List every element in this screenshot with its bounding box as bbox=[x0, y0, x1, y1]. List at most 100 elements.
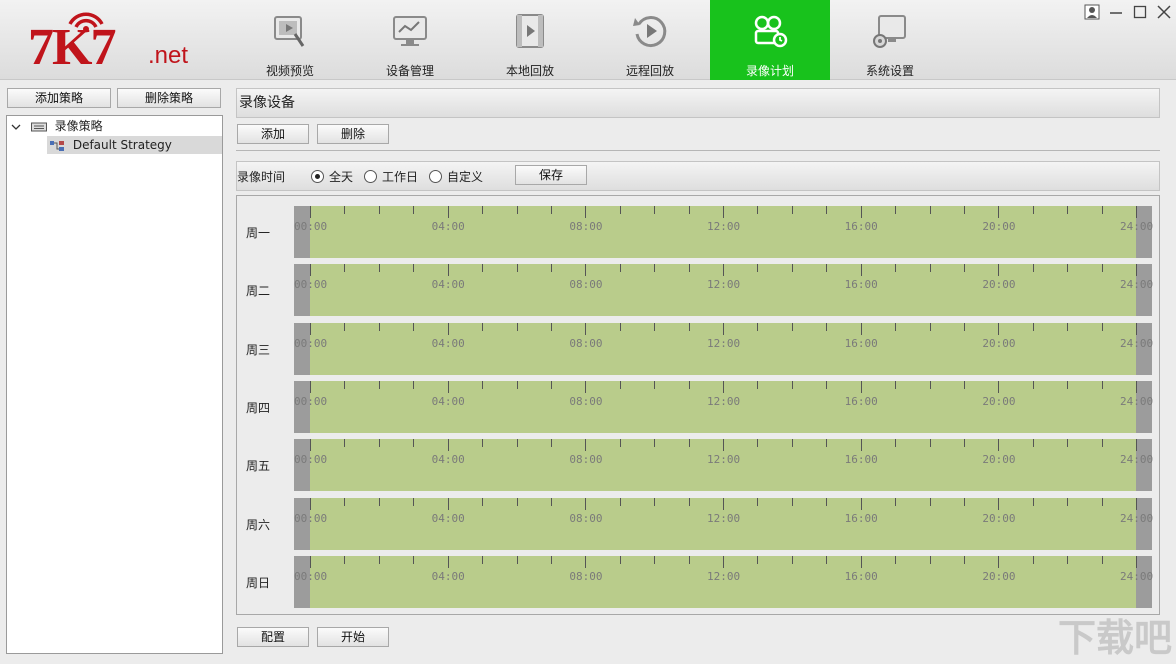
hour-tick bbox=[1032, 264, 1034, 272]
hour-tick bbox=[826, 498, 828, 506]
time-label: 00:00 bbox=[294, 570, 328, 583]
system-settings-icon bbox=[873, 15, 906, 48]
day-schedule-track[interactable]: 00:00 04:00 08:00 12:00 16:00 20:00 24:00 bbox=[294, 206, 1153, 258]
time-label: 08:00 bbox=[569, 570, 603, 583]
hour-tick bbox=[516, 264, 518, 272]
user-icon[interactable] bbox=[1080, 0, 1104, 24]
hour-tick bbox=[791, 206, 793, 214]
minimize-icon[interactable] bbox=[1104, 0, 1128, 24]
hour-tick bbox=[654, 439, 656, 447]
radio-custom[interactable]: 自定义 bbox=[429, 168, 483, 184]
time-label: 24:00 bbox=[1120, 453, 1154, 466]
hour-tick bbox=[757, 206, 759, 214]
time-label: 00:00 bbox=[294, 220, 328, 233]
maximize-icon[interactable] bbox=[1128, 0, 1152, 24]
hour-tick bbox=[344, 556, 346, 564]
radio-all-day[interactable]: 全天 bbox=[311, 168, 353, 184]
time-label: 24:00 bbox=[1120, 337, 1154, 350]
hour-tick bbox=[1101, 439, 1103, 447]
radio-label: 工作日 bbox=[382, 169, 419, 184]
tree-root-row[interactable]: 录像策略 bbox=[11, 117, 103, 135]
hour-tick bbox=[895, 498, 897, 506]
time-label: 16:00 bbox=[844, 278, 878, 291]
chevron-down-icon[interactable] bbox=[11, 122, 21, 132]
time-label: 08:00 bbox=[569, 512, 603, 525]
watermark: 下载吧 bbox=[1057, 616, 1172, 660]
time-label: 12:00 bbox=[707, 570, 741, 583]
hour-tick bbox=[757, 556, 759, 564]
hour-tick bbox=[619, 323, 621, 331]
day-schedule-track[interactable]: 00:00 04:00 08:00 12:00 16:00 20:00 24:00 bbox=[294, 439, 1154, 491]
hour-tick bbox=[482, 323, 484, 331]
hour-tick bbox=[447, 206, 449, 218]
day-schedule-track[interactable]: 00:00 04:00 08:00 12:00 16:00 20:00 24:00 bbox=[294, 498, 1153, 550]
logo-text: 7K7 bbox=[28, 19, 116, 76]
time-label: 16:00 bbox=[844, 337, 878, 350]
hour-tick bbox=[482, 498, 484, 506]
start-button[interactable]: 开始 bbox=[317, 627, 389, 647]
day-schedule-track[interactable]: 00:00 04:00 08:00 12:00 16:00 20:00 24:00 bbox=[294, 264, 1153, 316]
tab-video-preview[interactable]: 视频预览 bbox=[230, 0, 350, 80]
hour-tick bbox=[310, 381, 311, 393]
day-schedule-track[interactable]: 00:00 04:00 08:00 12:00 16:00 20:00 24:00 bbox=[294, 381, 1153, 433]
hour-tick bbox=[619, 381, 621, 389]
delete-device-button[interactable]: 删除 bbox=[317, 124, 389, 144]
tree-item-default-strategy[interactable]: Default Strategy bbox=[47, 136, 222, 154]
hour-tick bbox=[791, 498, 793, 506]
hour-tick bbox=[1136, 264, 1137, 276]
hour-tick bbox=[344, 381, 346, 389]
day-schedule-track[interactable]: 00:00 04:00 08:00 12:00 16:00 20:00 24:00 bbox=[294, 556, 1153, 608]
tab-system-settings[interactable]: 系统设置 bbox=[830, 0, 950, 80]
day-label: 周三 bbox=[246, 343, 271, 357]
hour-tick bbox=[998, 498, 1000, 510]
time-label: 00:00 bbox=[294, 453, 328, 466]
hour-tick bbox=[723, 498, 724, 510]
add-strategy-button[interactable]: 添加策略 bbox=[7, 88, 111, 108]
schedule-grid: 周一 00:00 04:00 08:00 12:00 16:00 20:00 24:00 周二 0… bbox=[236, 195, 1160, 615]
window-controls bbox=[1080, 0, 1176, 24]
hour-tick bbox=[688, 556, 690, 564]
hour-tick bbox=[895, 439, 897, 447]
close-icon[interactable] bbox=[1152, 0, 1176, 24]
hour-tick bbox=[963, 264, 965, 272]
time-label: 12:00 bbox=[707, 278, 741, 291]
radio-dot bbox=[364, 169, 377, 183]
delete-strategy-button[interactable]: 删除策略 bbox=[117, 88, 221, 108]
hour-tick bbox=[1067, 439, 1069, 447]
hour-tick bbox=[860, 264, 862, 276]
keyboard-icon bbox=[30, 122, 47, 131]
tab-local-playback[interactable]: 本地回放 bbox=[470, 0, 590, 80]
hour-tick bbox=[757, 323, 759, 331]
time-label: 12:00 bbox=[707, 337, 741, 350]
hour-tick bbox=[1032, 556, 1034, 564]
time-label: 00:00 bbox=[294, 512, 328, 525]
day-label: 周四 bbox=[246, 401, 271, 415]
time-label: 08:00 bbox=[569, 395, 603, 408]
config-button[interactable]: 配置 bbox=[237, 627, 309, 647]
hour-tick bbox=[688, 206, 690, 214]
hour-tick bbox=[791, 264, 793, 272]
hour-tick bbox=[1067, 498, 1069, 506]
time-label: 04:00 bbox=[431, 220, 465, 233]
hour-tick bbox=[447, 498, 449, 510]
hour-tick bbox=[929, 439, 931, 447]
tab-device-manage[interactable]: 设备管理 bbox=[350, 0, 470, 80]
tab-record-plan[interactable]: 录像计划 bbox=[710, 0, 830, 80]
time-label: 00:00 bbox=[294, 278, 328, 291]
tab-remote-playback[interactable]: 远程回放 bbox=[590, 0, 710, 80]
save-button[interactable]: 保存 bbox=[515, 165, 587, 185]
time-label: 12:00 bbox=[707, 220, 741, 233]
day-schedule-track[interactable]: 00:00 04:00 08:00 12:00 16:00 20:00 24:00 bbox=[294, 323, 1154, 375]
hour-tick bbox=[482, 264, 484, 272]
time-label: 12:00 bbox=[707, 512, 741, 525]
hour-tick bbox=[998, 264, 1000, 276]
radio-label: 全天 bbox=[329, 169, 354, 184]
hour-tick bbox=[447, 264, 449, 276]
radio-workday[interactable]: 工作日 bbox=[364, 168, 418, 184]
hour-tick bbox=[516, 206, 518, 214]
hour-tick bbox=[550, 323, 552, 331]
hour-tick bbox=[688, 323, 690, 331]
time-label: 04:00 bbox=[431, 337, 465, 350]
app-logo: 7K7 .net bbox=[28, 10, 198, 76]
add-device-button[interactable]: 添加 bbox=[237, 124, 309, 144]
